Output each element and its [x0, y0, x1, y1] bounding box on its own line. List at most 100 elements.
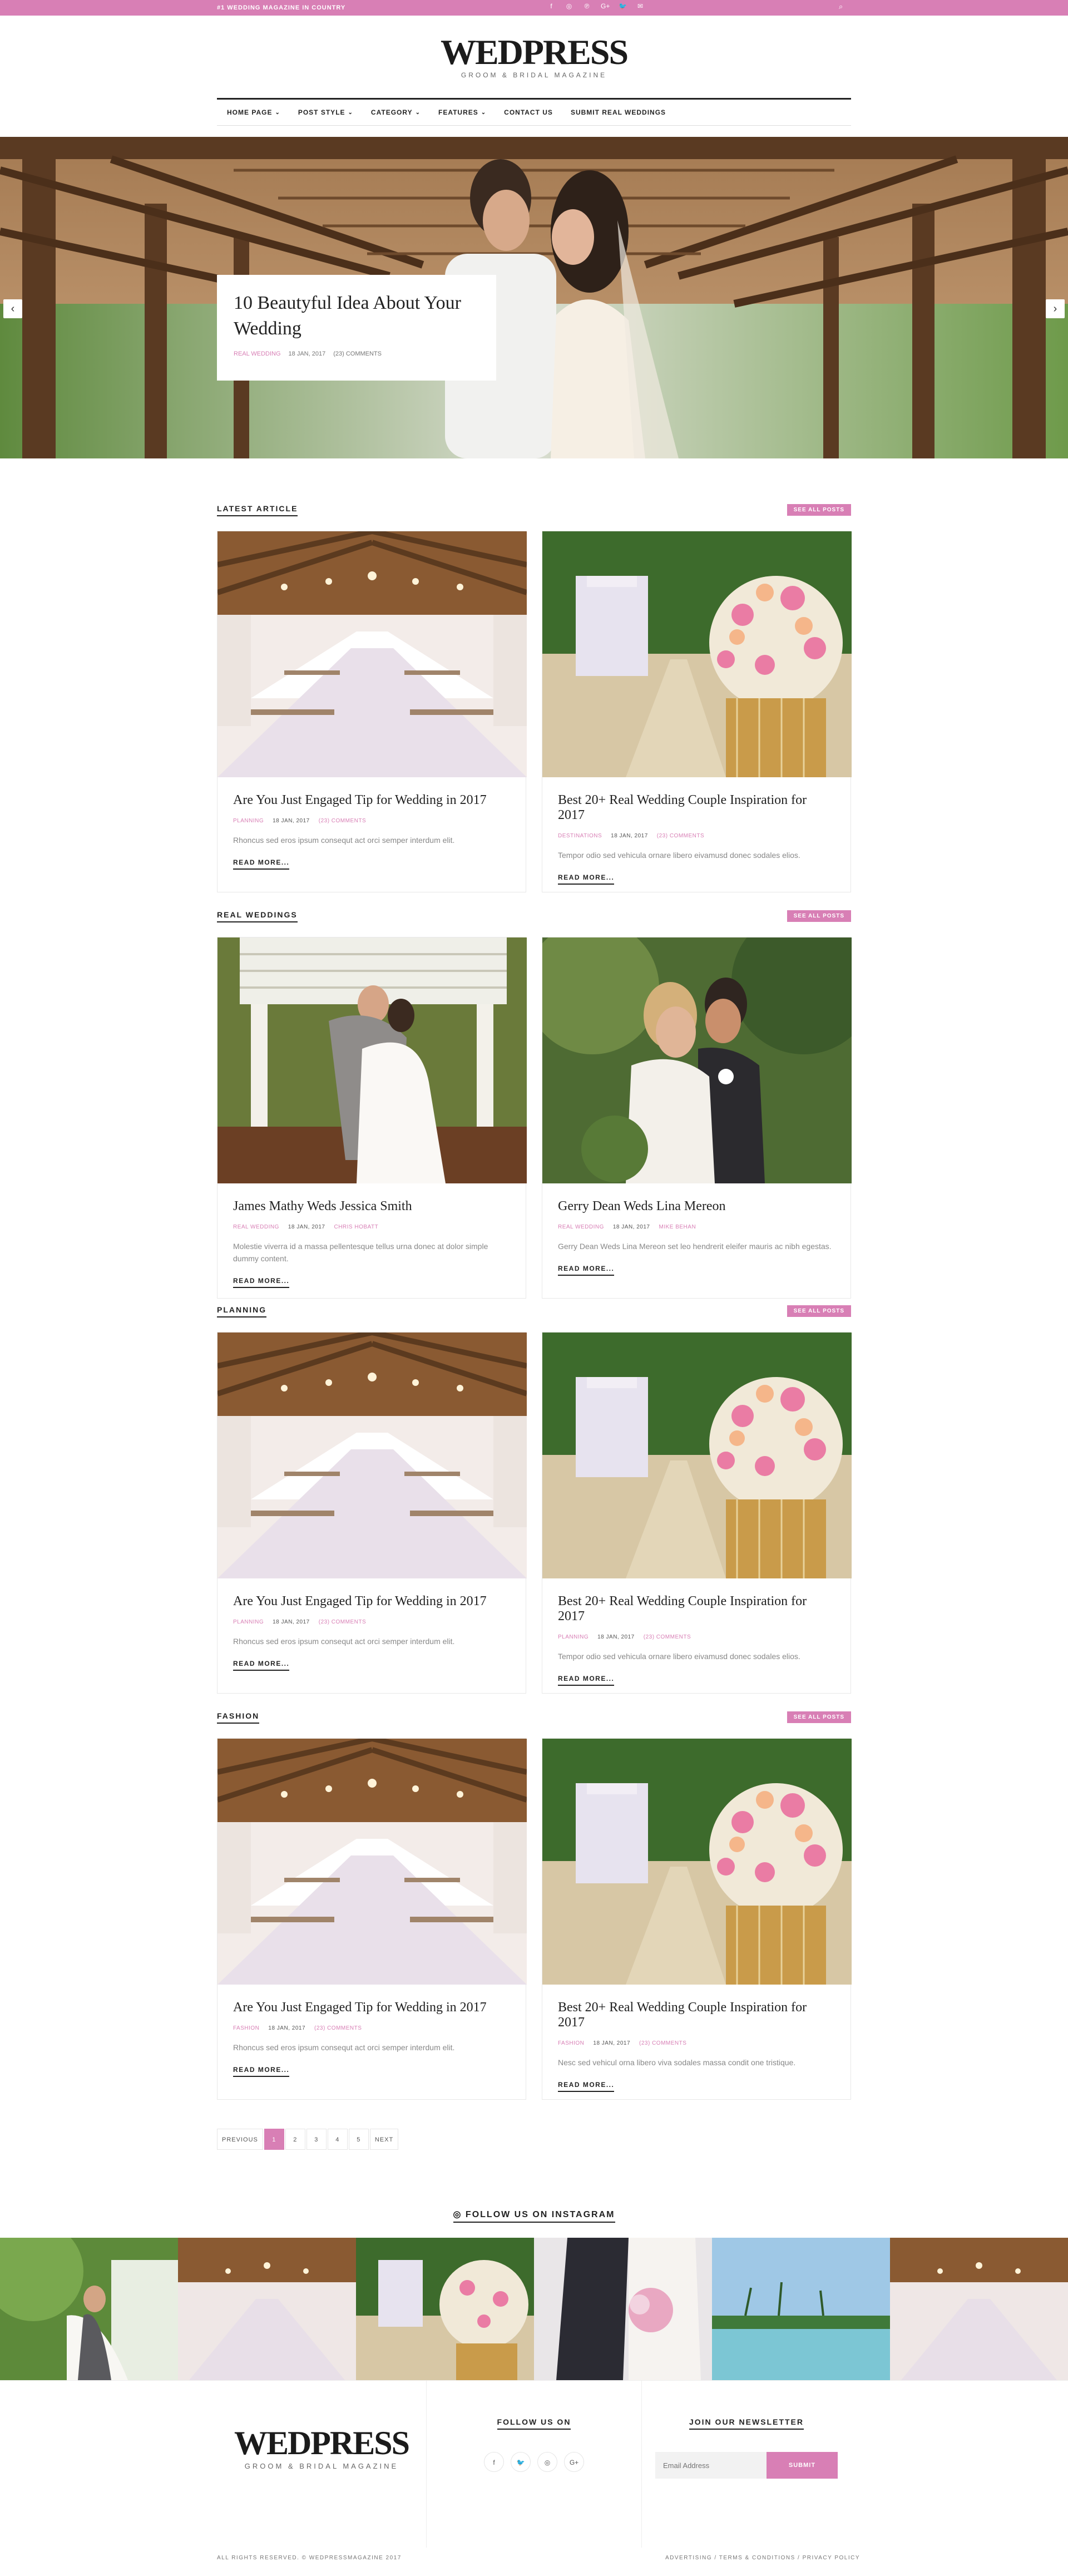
post-title[interactable]: Best 20+ Real Wedding Couple Inspiration… — [558, 1594, 835, 1624]
read-more-link[interactable]: READ MORE... — [233, 858, 290, 870]
post-title[interactable]: Are You Just Engaged Tip for Wedding in … — [233, 2000, 510, 2015]
post-extra[interactable]: (23) COMMENTS — [639, 2040, 686, 2046]
instagram-photo[interactable] — [534, 2238, 712, 2380]
post-card[interactable]: Are You Just Engaged Tip for Wedding in … — [217, 531, 527, 892]
post-card[interactable]: Are You Just Engaged Tip for Wedding in … — [217, 1738, 527, 2100]
nav-item-post-style[interactable]: POST STYLE ⌄ — [298, 108, 353, 116]
pagination-page[interactable]: 5 — [348, 2129, 369, 2150]
post-meta: DESTINATIONS 18 JAN, 2017 (23) COMMENTS — [558, 833, 835, 839]
nav-item-submit-real-weddings[interactable]: SUBMIT REAL WEDDINGS — [571, 108, 666, 116]
nav-item-label: FEATURES — [438, 108, 478, 116]
post-card[interactable]: Best 20+ Real Wedding Couple Inspiration… — [542, 1332, 852, 1694]
post-category[interactable]: REAL WEDDING — [558, 1224, 604, 1230]
footer-facebook-icon[interactable]: f — [484, 2452, 504, 2472]
post-extra[interactable]: MIKE BEHAN — [659, 1224, 696, 1230]
post-category[interactable]: PLANNING — [233, 1619, 264, 1625]
footer-google-plus-icon[interactable]: G+ — [564, 2452, 584, 2472]
post-title[interactable]: James Mathy Weds Jessica Smith — [233, 1199, 510, 1214]
instagram-photo[interactable] — [356, 2238, 534, 2380]
post-card[interactable]: Are You Just Engaged Tip for Wedding in … — [217, 1332, 527, 1694]
search-icon[interactable]: ⌕ — [839, 2, 843, 11]
pinterest-icon[interactable]: ℗ — [583, 2, 591, 10]
nav-item-home-page[interactable]: HOME PAGE ⌄ — [227, 108, 280, 116]
pagination-next[interactable]: NEXT — [369, 2129, 399, 2150]
post-extra[interactable]: (23) COMMENTS — [644, 1634, 691, 1640]
hero-next-arrow[interactable]: › — [1046, 299, 1065, 318]
post-category[interactable]: FASHION — [558, 2040, 584, 2046]
twitter-icon[interactable]: 🐦 — [619, 2, 627, 10]
hero-prev-arrow[interactable]: ‹ — [3, 299, 22, 318]
pagination-page[interactable]: 2 — [285, 2129, 305, 2150]
post-image[interactable] — [542, 531, 852, 777]
post-card[interactable]: Best 20+ Real Wedding Couple Inspiration… — [542, 531, 852, 892]
post-card[interactable]: Best 20+ Real Wedding Couple Inspiration… — [542, 1738, 852, 2100]
post-title[interactable]: Best 20+ Real Wedding Couple Inspiration… — [558, 793, 835, 823]
nav-item-contact-us[interactable]: CONTACT US — [504, 108, 553, 116]
instagram-photo[interactable] — [178, 2238, 356, 2380]
instagram-heading-label[interactable]: ◎ FOLLOW US ON INSTAGRAM — [453, 2210, 615, 2223]
nav-item-category[interactable]: CATEGORY ⌄ — [371, 108, 421, 116]
read-more-link[interactable]: READ MORE... — [558, 2081, 615, 2092]
post-title[interactable]: Gerry Dean Weds Lina Mereon — [558, 1199, 835, 1214]
nav-item-features[interactable]: FEATURES ⌄ — [438, 108, 486, 116]
read-more-link[interactable]: READ MORE... — [558, 1675, 615, 1686]
post-date: 18 JAN, 2017 — [273, 818, 310, 824]
post-extra[interactable]: CHRIS HOBATT — [334, 1224, 378, 1230]
mail-icon[interactable]: ✉ — [636, 2, 644, 10]
post-extra[interactable]: (23) COMMENTS — [314, 2025, 362, 2031]
footer-instagram-icon[interactable]: ◎ — [537, 2452, 557, 2472]
hero-comments[interactable]: (23) COMMENTS — [333, 351, 382, 357]
instagram-photo[interactable] — [890, 2238, 1068, 2380]
hero-card[interactable]: 10 Beautyful Idea About Your Wedding REA… — [217, 275, 496, 381]
post-image[interactable] — [542, 1333, 852, 1578]
post-extra[interactable]: (23) COMMENTS — [657, 833, 704, 839]
footer-logo[interactable]: WEDPRESS GROOM & BRIDAL MAGAZINE — [217, 2381, 426, 2548]
post-card[interactable]: James Mathy Weds Jessica Smith REAL WEDD… — [217, 937, 527, 1299]
post-category[interactable]: REAL WEDDING — [233, 1224, 279, 1230]
facebook-icon[interactable]: f — [547, 2, 555, 10]
section-title: REAL WEDDINGS — [217, 910, 298, 922]
post-title[interactable]: Are You Just Engaged Tip for Wedding in … — [233, 793, 510, 808]
instagram-photo[interactable] — [0, 2238, 178, 2380]
see-all-posts-button[interactable]: SEE ALL POSTS — [787, 910, 851, 922]
read-more-link[interactable]: READ MORE... — [233, 1660, 290, 1671]
post-extra[interactable]: (23) COMMENTS — [319, 1619, 366, 1625]
footer-links[interactable]: ADVERTISING / TERMS & CONDITIONS / PRIVA… — [665, 2555, 860, 2561]
site-logo[interactable]: WEDPRESS GROOM & BRIDAL MAGAZINE — [0, 34, 1068, 80]
post-category[interactable]: PLANNING — [558, 1634, 589, 1640]
post-image[interactable] — [217, 531, 527, 777]
post-image[interactable] — [217, 937, 527, 1183]
instagram-icon[interactable]: ◎ — [565, 2, 573, 10]
chevron-down-icon: ⌄ — [275, 109, 280, 116]
newsletter-submit-button[interactable]: SUBMIT — [767, 2452, 838, 2479]
post-category[interactable]: PLANNING — [233, 818, 264, 824]
see-all-posts-button[interactable]: SEE ALL POSTS — [787, 504, 851, 516]
instagram-photo[interactable] — [712, 2238, 890, 2380]
post-title[interactable]: Best 20+ Real Wedding Couple Inspiration… — [558, 2000, 835, 2030]
post-extra[interactable]: (23) COMMENTS — [319, 818, 366, 824]
footer-twitter-icon[interactable]: 🐦 — [511, 2452, 531, 2472]
post-image[interactable] — [217, 1739, 527, 1985]
post-image[interactable] — [542, 1739, 852, 1985]
post-image[interactable] — [217, 1333, 527, 1578]
post-category[interactable]: FASHION — [233, 2025, 259, 2031]
read-more-link[interactable]: READ MORE... — [233, 1277, 290, 1288]
pagination-page[interactable]: 1 — [264, 2129, 284, 2150]
post-image[interactable] — [542, 937, 852, 1183]
read-more-link[interactable]: READ MORE... — [558, 874, 615, 885]
post-title[interactable]: Are You Just Engaged Tip for Wedding in … — [233, 1594, 510, 1609]
see-all-posts-button[interactable]: SEE ALL POSTS — [787, 1711, 851, 1723]
post-card[interactable]: Gerry Dean Weds Lina Mereon REAL WEDDING… — [542, 937, 852, 1299]
newsletter-email-input[interactable] — [655, 2452, 767, 2479]
pagination-previous[interactable]: PREVIOUS — [217, 2129, 263, 2150]
read-more-link[interactable]: READ MORE... — [558, 1265, 615, 1276]
google-plus-icon[interactable]: G+ — [601, 2, 610, 10]
post-category[interactable]: DESTINATIONS — [558, 833, 602, 839]
top-bar: #1 WEDDING MAGAZINE IN COUNTRY f ◎ ℗ G+ … — [0, 0, 1068, 16]
see-all-posts-button[interactable]: SEE ALL POSTS — [787, 1305, 851, 1317]
read-more-link[interactable]: READ MORE... — [233, 2066, 290, 2077]
hero-category[interactable]: REAL WEDDING — [234, 351, 281, 357]
pagination-page[interactable]: 3 — [306, 2129, 327, 2150]
pagination-page[interactable]: 4 — [327, 2129, 348, 2150]
hero-title[interactable]: 10 Beautyful Idea About Your Wedding — [234, 290, 479, 342]
